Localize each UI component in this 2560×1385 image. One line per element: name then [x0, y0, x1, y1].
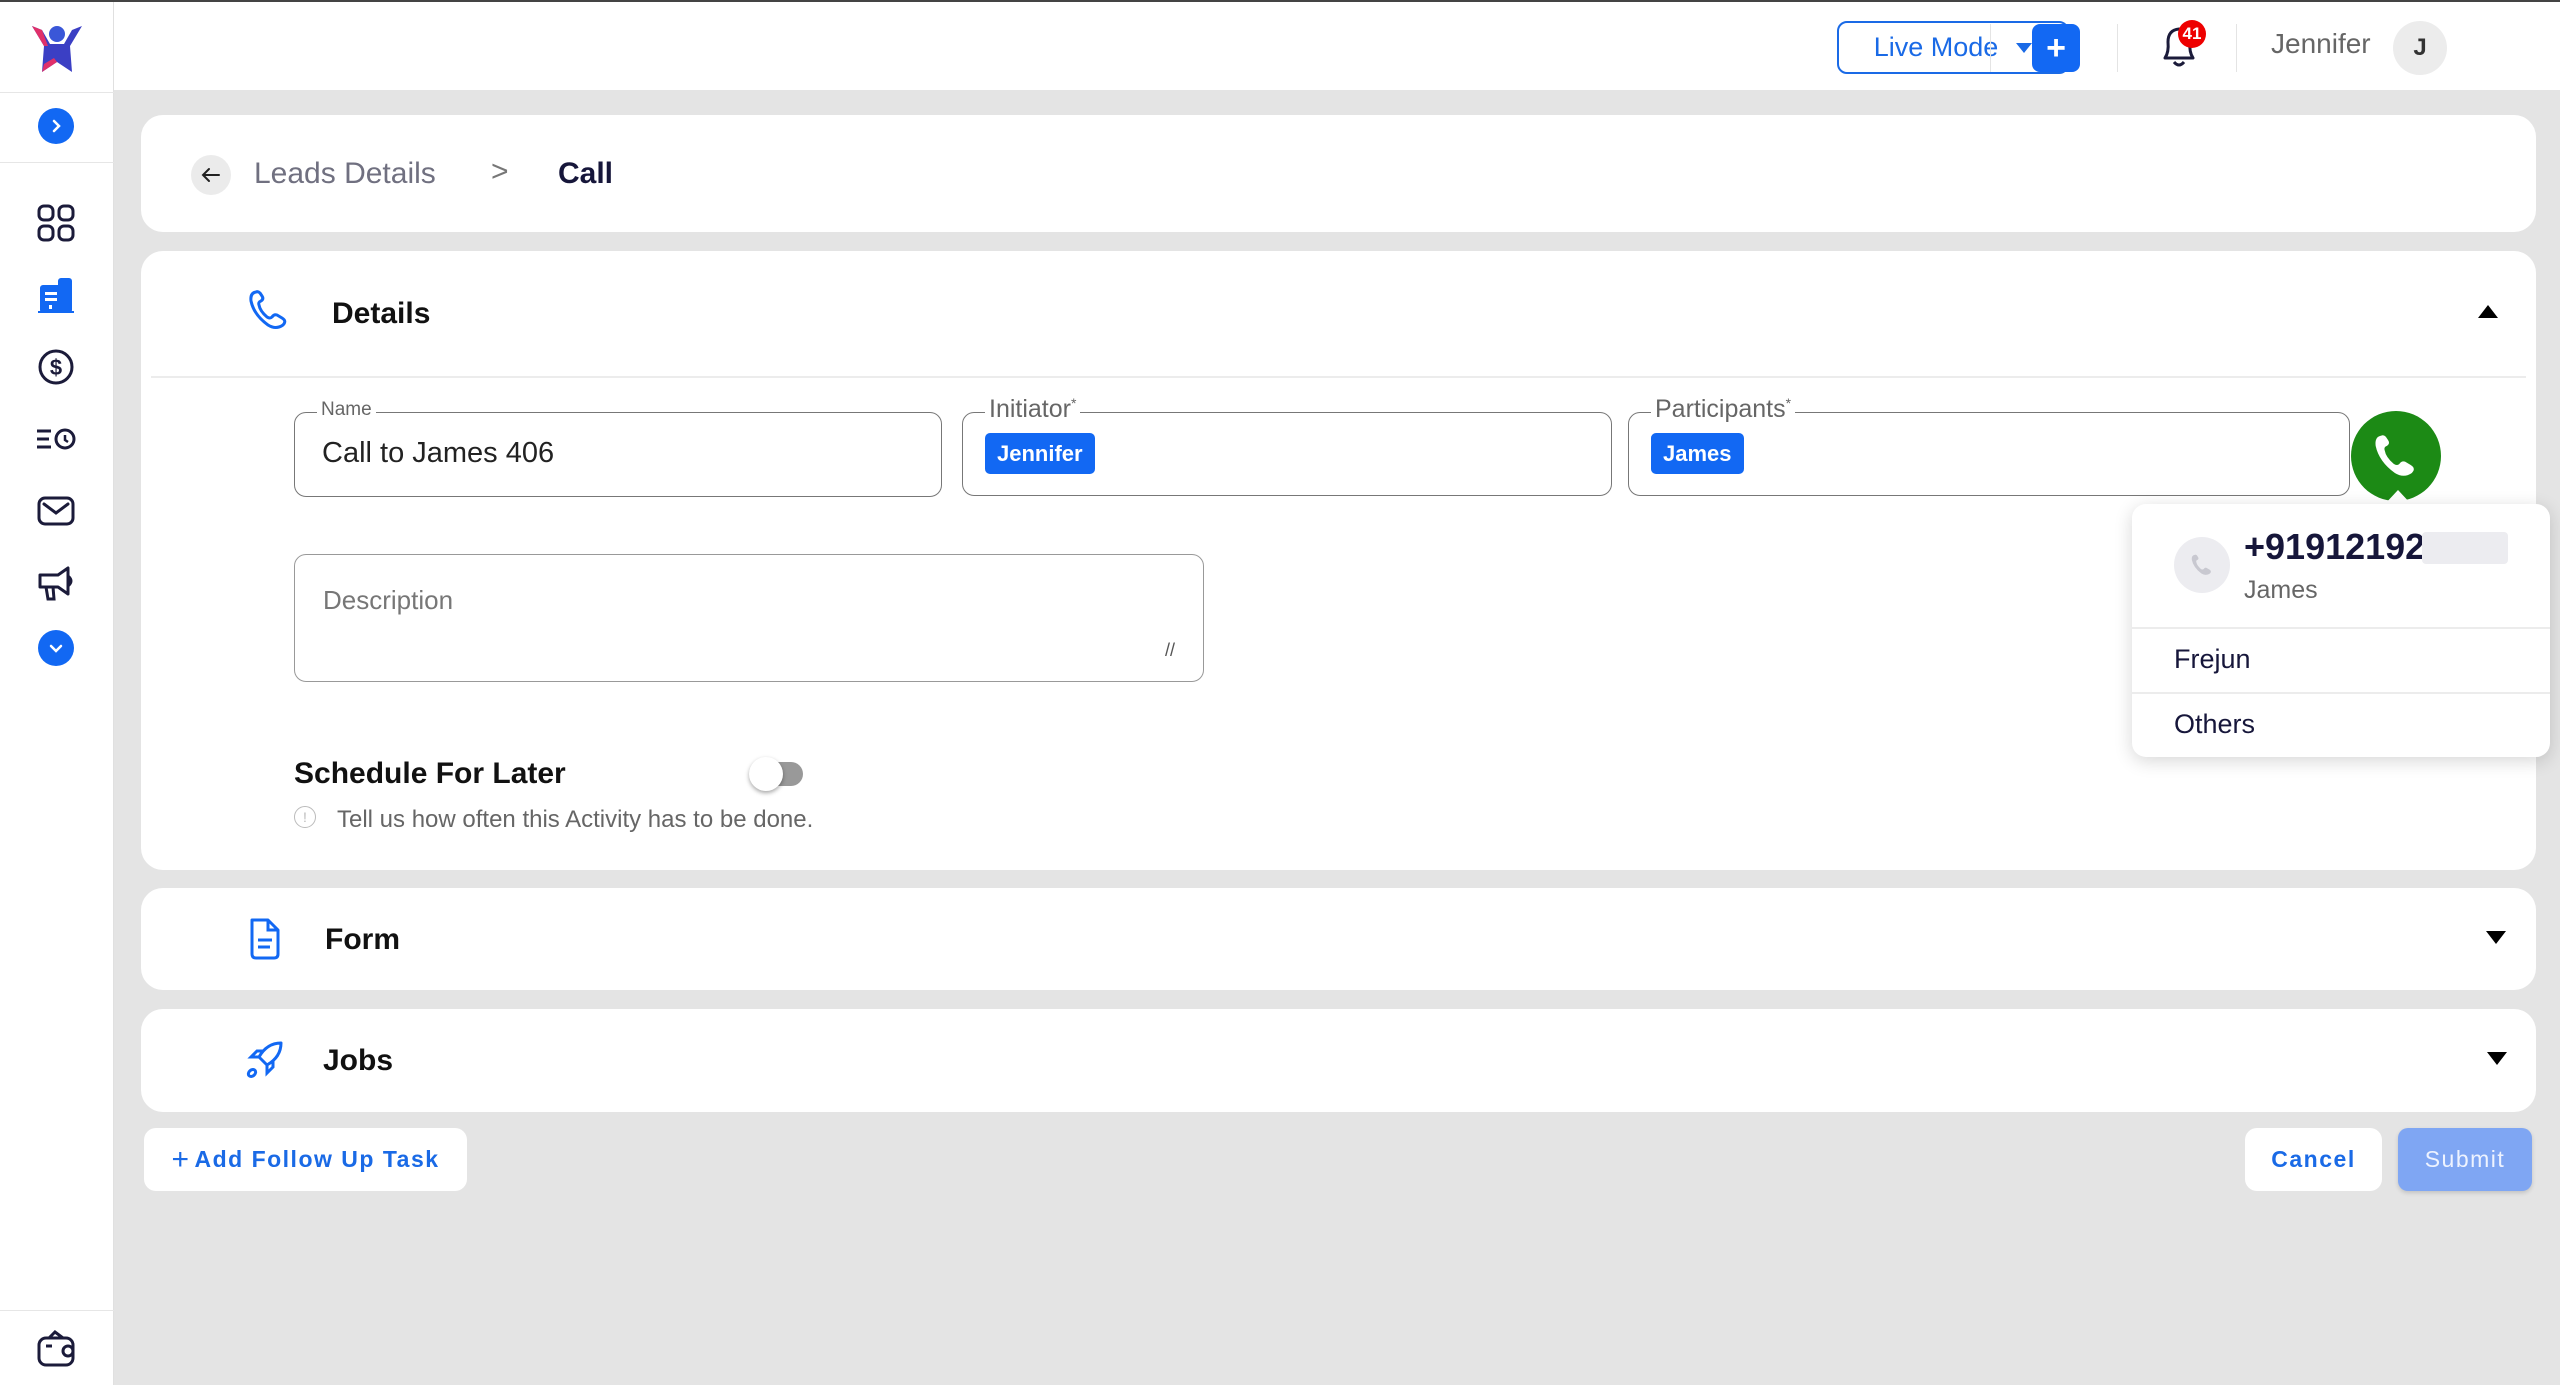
expand-sidebar-button[interactable] [38, 108, 74, 144]
sidebar-divider [0, 162, 114, 163]
schedule-toggle[interactable] [749, 757, 815, 793]
sidebar-divider [0, 1310, 114, 1311]
resize-handle-icon[interactable]: // [1165, 640, 1175, 661]
required-marker: * [1070, 395, 1077, 411]
document-icon [250, 918, 280, 960]
megaphone-icon [38, 566, 73, 601]
participants-chip[interactable]: James [1651, 433, 1744, 474]
buildings-icon [38, 278, 74, 313]
submit-button[interactable]: Submit [2398, 1128, 2532, 1191]
caret-down-icon [2016, 42, 2033, 53]
notification-badge: 41 [2178, 20, 2206, 48]
plus-icon: + [2046, 28, 2066, 67]
phone-icon [2375, 435, 2414, 476]
svg-text:$: $ [50, 355, 62, 380]
notifications-button[interactable]: 41 [2156, 20, 2206, 72]
chevron-right-icon: > [491, 155, 509, 188]
contact-phone-number[interactable]: +91912192 [2244, 526, 2425, 568]
form-section[interactable]: Form [141, 888, 2536, 990]
schedule-for-later-label: Schedule For Later [294, 757, 566, 790]
participants-field[interactable]: Participants* James [1628, 395, 2350, 496]
jobs-title: Jobs [323, 1044, 394, 1077]
chevron-right-icon [52, 119, 61, 133]
description-textarea[interactable]: Description // [294, 554, 1204, 682]
phone-icon [249, 290, 287, 329]
form-title: Form [325, 923, 400, 956]
dollar-icon: $ [38, 349, 74, 385]
sidebar-item-campaigns[interactable] [35, 562, 77, 604]
name-field[interactable]: Name Call to James 406 [294, 399, 942, 497]
sidebar-item-leads[interactable] [35, 274, 77, 316]
contact-avatar [2174, 537, 2230, 593]
initiator-label-text: Initiator [989, 395, 1071, 423]
initiator-field[interactable]: Initiator* Jennifer [962, 395, 1612, 496]
participants-label: Participants* [1651, 395, 1796, 424]
breadcrumb-current: Call [558, 157, 614, 190]
mode-selector-label: Live Mode [1873, 32, 1999, 62]
redacted-digits [2422, 532, 2508, 564]
header-divider [2236, 24, 2237, 72]
wallet-icon [37, 1330, 75, 1367]
call-option-others[interactable]: Others [2174, 709, 2255, 740]
mail-icon [37, 496, 75, 526]
phone-icon [2191, 554, 2211, 575]
expand-icon[interactable] [2487, 1052, 2507, 1065]
sidebar-item-deals[interactable]: $ [35, 346, 77, 388]
initiator-label: Initiator* [985, 395, 1081, 424]
sidebar-item-dashboard[interactable] [35, 202, 77, 244]
toggle-knob [749, 757, 783, 791]
header-divider [1990, 24, 1991, 72]
details-header[interactable]: Details [141, 251, 2536, 375]
name-input[interactable]: Call to James 406 [322, 437, 554, 470]
user-name[interactable]: Jennifer [2271, 28, 2371, 60]
expand-icon[interactable] [2486, 931, 2506, 944]
back-button[interactable] [191, 155, 231, 195]
sidebar-divider [0, 92, 114, 93]
more-items-button[interactable] [38, 630, 74, 666]
breadcrumb: Leads Details > Call [141, 115, 2536, 232]
sidebar-item-wallet[interactable] [35, 1328, 77, 1370]
sidebar: $ [0, 2, 114, 1385]
cancel-button[interactable]: Cancel [2245, 1128, 2382, 1191]
popover-divider [2132, 627, 2550, 629]
schedule-hint: Tell us how often this Activity has to b… [337, 806, 814, 833]
call-button[interactable] [2351, 411, 2441, 501]
dashboard-grid-icon [37, 204, 75, 242]
participants-label-text: Participants [1655, 395, 1786, 423]
user-avatar[interactable]: J [2393, 21, 2447, 75]
jobs-section[interactable]: Jobs [141, 1009, 2536, 1112]
info-icon: ! [294, 806, 316, 828]
required-marker: * [1785, 395, 1792, 411]
top-header: Live Mode + 41 Jennifer J [114, 2, 2560, 90]
sidebar-item-activities[interactable] [35, 418, 77, 460]
call-option-frejun[interactable]: Frejun [2174, 644, 2251, 675]
breadcrumb-leads-details[interactable]: Leads Details [254, 157, 436, 191]
section-divider [151, 376, 2526, 378]
details-title: Details [332, 297, 431, 330]
contact-name: James [2244, 576, 2318, 604]
initiator-chip[interactable]: Jennifer [985, 433, 1095, 474]
activity-clock-icon [37, 428, 76, 450]
name-label: Name [317, 399, 376, 421]
app-logo[interactable] [28, 20, 86, 78]
add-button[interactable]: + [2032, 24, 2080, 72]
popover-arrow [2384, 490, 2412, 505]
arrow-left-icon [201, 168, 220, 182]
chevron-down-icon [49, 644, 63, 653]
rocket-icon [246, 1041, 283, 1078]
add-follow-up-task-button[interactable]: + Add Follow Up Task [144, 1128, 467, 1191]
plus-icon: + [171, 1142, 191, 1176]
add-follow-up-label: Add Follow Up Task [194, 1146, 440, 1172]
header-divider [2117, 24, 2118, 72]
popover-divider [2132, 692, 2550, 694]
avatar-initial: J [2413, 34, 2427, 61]
description-placeholder: Description [323, 585, 454, 615]
collapse-icon[interactable] [2478, 305, 2498, 318]
call-options-popover: +91912192 James Frejun Others [2132, 504, 2550, 757]
sidebar-item-email[interactable] [35, 490, 77, 532]
